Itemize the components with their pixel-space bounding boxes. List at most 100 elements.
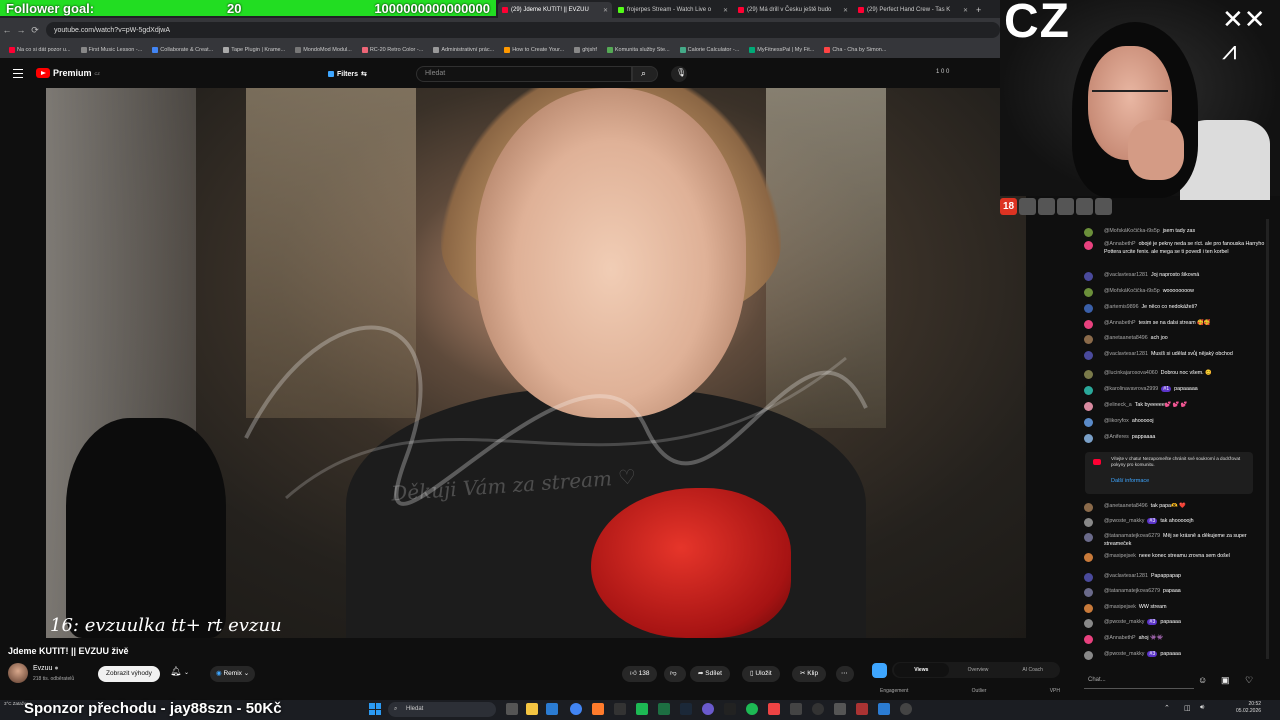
bookmark-item[interactable]: Komunita služby Ste...	[602, 47, 675, 53]
chat-author[interactable]: @vaclavtesar1281	[1104, 573, 1148, 579]
chat-author[interactable]: @tatanamatejkova6279	[1104, 588, 1160, 594]
notification-bell-button[interactable]: 🔔︎ ⌄	[170, 666, 204, 682]
more-button[interactable]: ⋯	[836, 666, 854, 682]
chat-notice-link[interactable]: Další informace	[1111, 478, 1149, 484]
spotify-icon[interactable]	[746, 703, 758, 715]
app-icon[interactable]	[724, 703, 736, 715]
youtube-logo[interactable]: Premium CZ	[36, 68, 100, 78]
chat-avatar[interactable]	[1084, 604, 1093, 613]
mail-icon[interactable]	[546, 703, 558, 715]
excel-icon[interactable]	[658, 703, 670, 715]
chat-author[interactable]: @maxipejsek	[1104, 553, 1136, 559]
browser-tab[interactable]: (29) Má drill v Česku ještě budo ✕	[734, 2, 852, 18]
new-tab-button[interactable]: +	[972, 2, 986, 18]
forward-icon[interactable]: →	[14, 25, 28, 35]
share-button[interactable]: ➦ Sdílet	[690, 666, 730, 682]
perks-button[interactable]: Zobrazit výhody	[98, 666, 160, 682]
chat-avatar[interactable]	[1084, 533, 1093, 542]
chat-author[interactable]: @MořskáKočička-i9s5p	[1104, 288, 1160, 294]
filters-button[interactable]: Filters ⇆	[328, 68, 367, 80]
chat-avatar[interactable]	[1084, 351, 1093, 360]
steam-icon[interactable]	[680, 703, 692, 715]
insights-icon[interactable]	[872, 663, 887, 678]
app-icon[interactable]	[878, 703, 890, 715]
channel-avatar[interactable]	[8, 663, 28, 683]
bookmark-item[interactable]: Administrativní prác...	[428, 47, 499, 53]
bookmark-item[interactable]: First Music Lesson -...	[76, 47, 148, 53]
chat-avatar[interactable]	[1084, 272, 1093, 281]
chat-avatar[interactable]	[1084, 320, 1093, 329]
chat-author[interactable]: @lucinkajarosova4060	[1104, 370, 1158, 376]
chat-avatar[interactable]	[1084, 304, 1093, 313]
browser-tab[interactable]: frojerpes Stream - Watch Live o ✕	[614, 2, 732, 18]
chat-avatar[interactable]	[1084, 386, 1093, 395]
chat-author[interactable]: @artemis9896	[1104, 304, 1139, 310]
voice-search-button[interactable]: 🎙	[671, 66, 687, 82]
app-icon[interactable]	[636, 703, 648, 715]
dislike-button[interactable]: 👎︎	[664, 666, 686, 682]
chat-author[interactable]: @pwoste_makky	[1104, 619, 1144, 625]
browser-tab[interactable]: (29) Perfect Hand Crew - Tas K ✕	[854, 2, 972, 18]
insights-tab-overview[interactable]: Overview	[951, 667, 1006, 673]
search-input[interactable]: Hledat	[416, 66, 632, 82]
chat-avatar[interactable]	[1084, 573, 1093, 582]
bookmark-item[interactable]: MondoMod Modul...	[290, 47, 357, 53]
url-input[interactable]: youtube.com/watch?v=pW-5gdXdjwA	[46, 22, 1000, 38]
chat-author[interactable]: @pwoste_makky	[1104, 518, 1144, 524]
app-icon[interactable]	[856, 703, 868, 715]
bookmark-item[interactable]: MyFitnessPal | My Fit...	[744, 47, 819, 53]
bookmark-item[interactable]: Calorie Calculator -...	[675, 47, 745, 53]
heart-icon[interactable]: ♡	[1245, 675, 1253, 686]
file-explorer-icon[interactable]	[526, 703, 538, 715]
back-icon[interactable]: ←	[0, 25, 14, 35]
chat-avatar[interactable]	[1084, 241, 1093, 250]
volume-icon[interactable]: 🔊︎	[1200, 704, 1204, 712]
channel-name[interactable]: Evzuu ●	[33, 665, 59, 672]
bookmark-item[interactable]: Collaborate & Creat...	[147, 47, 218, 53]
chat-author[interactable]: @AnnabethP	[1104, 241, 1136, 247]
chat-scrollbar[interactable]	[1266, 219, 1269, 659]
app-icon[interactable]	[702, 703, 714, 715]
app-icon[interactable]	[768, 703, 780, 715]
obs-icon[interactable]	[812, 703, 824, 715]
save-button[interactable]: ▯ Uložit	[742, 666, 780, 682]
bookmark-item[interactable]: Na co si dát pozor u...	[4, 47, 76, 53]
like-button[interactable]: 👍︎ 138	[622, 666, 658, 682]
chat-avatar[interactable]	[1084, 402, 1093, 411]
remix-button[interactable]: ◉ Remix ⌄	[210, 666, 256, 682]
chat-avatar[interactable]	[1084, 635, 1093, 644]
bookmark-item[interactable]: Tape Plugin | Krame...	[218, 47, 290, 53]
chat-avatar[interactable]	[1084, 288, 1093, 297]
windows-start-icon[interactable]	[369, 703, 381, 715]
task-view-icon[interactable]	[506, 703, 518, 715]
chat-author[interactable]: @pwoste_makky	[1104, 651, 1144, 657]
insights-tab-views[interactable]: Views	[894, 663, 949, 677]
app-icon[interactable]	[790, 703, 802, 715]
chat-avatar[interactable]	[1084, 553, 1093, 562]
chat-author[interactable]: @anetaaneta8496	[1104, 503, 1148, 509]
video-player[interactable]: Děkuji Vám za stream ♡ 16: evzuulka tt+ …	[46, 88, 1026, 638]
chrome-icon[interactable]	[570, 703, 582, 715]
chat-author[interactable]: @maxipejsek	[1104, 604, 1136, 610]
chat-avatar[interactable]	[1084, 588, 1093, 597]
chat-author[interactable]: @tatanamatejkova6279	[1104, 533, 1160, 539]
reload-icon[interactable]: ⟳	[28, 25, 42, 36]
chat-author[interactable]: @AnnabethP	[1104, 635, 1136, 641]
network-icon[interactable]: ◫	[1184, 704, 1191, 712]
chat-input[interactable]: Chat...	[1084, 673, 1194, 689]
chat-author[interactable]: @vaclavtesar1281	[1104, 351, 1148, 357]
taskbar-clock[interactable]: 20:52 05.02.2026	[1236, 701, 1261, 715]
chat-author[interactable]: @elineck_a	[1104, 402, 1132, 408]
chat-author[interactable]: @karolinavavrova2999	[1104, 386, 1158, 392]
chat-author[interactable]: @anetaaneta8496	[1104, 335, 1148, 341]
insights-tab-ai-coach[interactable]: AI Coach	[1005, 667, 1060, 673]
bookmark-item[interactable]: RC-20 Retro Color -...	[357, 47, 429, 53]
chat-avatar[interactable]	[1084, 503, 1093, 512]
chat-avatar[interactable]	[1084, 370, 1093, 379]
bookmark-item[interactable]: ghjshf	[569, 47, 602, 53]
chat-avatar[interactable]	[1084, 619, 1093, 628]
app-icon[interactable]	[834, 703, 846, 715]
search-button[interactable]: ⌕	[632, 66, 658, 82]
chat-author[interactable]: @Aniferes	[1104, 434, 1129, 440]
bookmark-item[interactable]: How to Create Your...	[499, 47, 569, 53]
